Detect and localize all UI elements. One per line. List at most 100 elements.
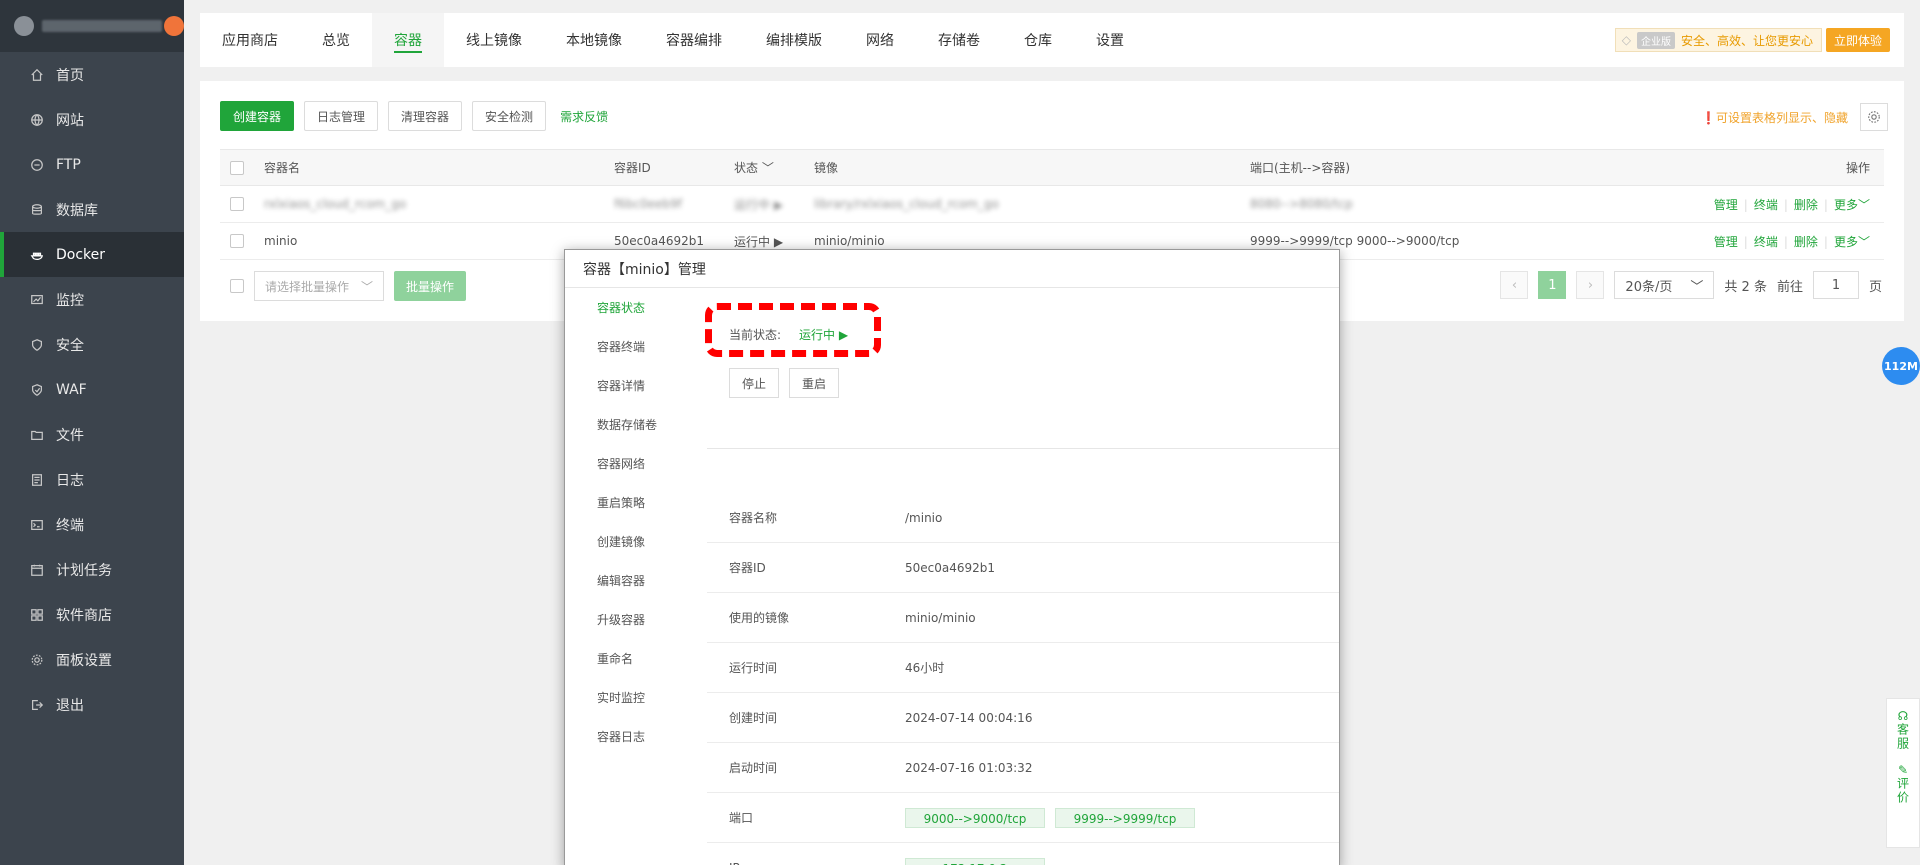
- clean-container-button[interactable]: 清理容器: [388, 101, 463, 131]
- sidebar-item-grid[interactable]: 软件商店: [0, 592, 184, 637]
- log-management-button[interactable]: 日志管理: [304, 101, 379, 131]
- sidebar-item-monitor[interactable]: 监控: [0, 277, 184, 322]
- per-page-select[interactable]: 20条/页 ﹀: [1614, 271, 1715, 299]
- notification-badge-icon[interactable]: [164, 16, 184, 36]
- tab-2[interactable]: 容器: [372, 13, 444, 67]
- home-icon: [30, 68, 44, 82]
- goto-input[interactable]: 1: [1812, 271, 1859, 299]
- next-page-icon[interactable]: ›: [1576, 271, 1605, 299]
- footer-select-checkbox[interactable]: [230, 279, 244, 293]
- restart-button[interactable]: 重启: [789, 368, 840, 398]
- terminal-link[interactable]: 终端: [1754, 198, 1778, 212]
- sidebar-item-label: 首页: [56, 67, 84, 84]
- manage-link[interactable]: 管理: [1714, 235, 1738, 249]
- sidebar-item-terminal[interactable]: 终端: [0, 502, 184, 547]
- tab-6[interactable]: 编排模版: [744, 13, 844, 67]
- tab-1[interactable]: 总览: [300, 13, 372, 67]
- modal-menu-item[interactable]: 创建镜像: [565, 522, 691, 561]
- memory-badge[interactable]: 112M: [1882, 347, 1920, 385]
- hint-text: 可设置表格列显示、隐藏: [1715, 111, 1848, 125]
- col-id: 容器ID: [614, 149, 734, 186]
- container-status[interactable]: 运行中 ▶: [734, 185, 814, 223]
- tab-5[interactable]: 容器编排: [644, 13, 744, 67]
- container-id: f6bc0eeb9f: [614, 185, 734, 223]
- modal-menu-item[interactable]: 容器状态: [565, 288, 691, 327]
- goto-label: 前往: [1776, 279, 1803, 295]
- stop-button[interactable]: 停止: [729, 368, 780, 398]
- sidebar-item-waf[interactable]: WAF: [0, 367, 184, 412]
- modal-body: 当前状态: 运行中 ▶ 停止 重启 容器名称/minio 容器ID 50ec0a469…: [705, 288, 1339, 865]
- delete-link[interactable]: 删除: [1794, 235, 1818, 249]
- delete-link[interactable]: 删除: [1794, 198, 1818, 212]
- current-status: 当前状态: 运行中 ▶: [729, 326, 848, 343]
- enterprise-slogan: 安全、高效、让您更安心: [1680, 33, 1813, 48]
- batch-operation-button[interactable]: 批量操作: [394, 271, 467, 301]
- tab-9[interactable]: 仓库: [1002, 13, 1074, 67]
- row-checkbox[interactable]: [230, 234, 244, 249]
- sidebar-item-logout[interactable]: 退出: [0, 682, 184, 727]
- row-checkbox[interactable]: [230, 197, 244, 212]
- modal-menu-item[interactable]: 升级容器: [565, 600, 691, 639]
- tab-3[interactable]: 线上镜像: [444, 13, 544, 67]
- tab-4[interactable]: 本地镜像: [544, 13, 644, 67]
- container-table: 容器名 容器ID 状态 ﹀ 镜像 端口(主机-->容器) 操作 rxlxiaos…: [220, 149, 1884, 260]
- info-row: 容器ID 50ec0a4692b1: [707, 543, 1339, 593]
- modal-menu-item[interactable]: 数据存储卷: [565, 405, 691, 444]
- sidebar-item-calendar[interactable]: 计划任务: [0, 547, 184, 592]
- container-name-link[interactable]: rxlxiaos_cloud_rcom_go: [264, 185, 614, 223]
- modal-menu-item[interactable]: 实时监控: [565, 678, 691, 717]
- batch-area: 请选择批量操作 ﹀ 批量操作: [230, 271, 467, 301]
- customer-service-link[interactable]: 客服: [1895, 723, 1912, 751]
- tab-10[interactable]: 设置: [1074, 13, 1146, 67]
- enterprise-promo: ◇ 企业版 安全、高效、让您更安心 立即体验: [1614, 27, 1890, 53]
- enterprise-tag: 企业版: [1636, 31, 1675, 49]
- tab-7[interactable]: 网络: [844, 13, 916, 67]
- more-link[interactable]: 更多﹀: [1834, 235, 1870, 249]
- manage-link[interactable]: 管理: [1714, 198, 1738, 212]
- modal-menu-item[interactable]: 重命名: [565, 639, 691, 678]
- sidebar-item-label: 监控: [56, 292, 84, 309]
- sidebar-item-home[interactable]: 首页: [0, 52, 184, 97]
- column-settings-hint[interactable]: ❗可设置表格列显示、隐藏: [1701, 109, 1848, 126]
- modal-menu-item[interactable]: 重启策略: [565, 483, 691, 522]
- modal-menu-item[interactable]: 容器日志: [565, 717, 691, 756]
- sidebar-item-docker[interactable]: Docker: [0, 232, 184, 277]
- col-ops: 操作: [1650, 149, 1884, 186]
- sidebar-item-globe[interactable]: 网站: [0, 97, 184, 142]
- server-host-blurred: [42, 20, 162, 32]
- modal-menu-item[interactable]: 容器终端: [565, 327, 691, 366]
- col-status[interactable]: 状态 ﹀: [734, 149, 814, 186]
- create-container-button[interactable]: 创建容器: [220, 101, 295, 131]
- column-settings-gear-icon[interactable]: [1860, 103, 1888, 131]
- sidebar-item-shield[interactable]: 安全: [0, 322, 184, 367]
- feedback-link[interactable]: 需求反馈: [560, 108, 608, 125]
- try-now-button[interactable]: 立即体验: [1825, 28, 1890, 52]
- page-number[interactable]: 1: [1538, 271, 1567, 299]
- modal-menu-item[interactable]: 容器网络: [565, 444, 691, 483]
- terminal-link[interactable]: 终端: [1754, 235, 1778, 249]
- sidebar-item-gear[interactable]: 面板设置: [0, 637, 184, 682]
- more-link[interactable]: 更多﹀: [1834, 198, 1870, 212]
- review-link[interactable]: 评价: [1895, 777, 1912, 805]
- info-row: 使用的镜像 minio/minio: [707, 593, 1339, 643]
- security-check-button[interactable]: 安全检测: [472, 101, 547, 131]
- sidebar-item-ftp[interactable]: FTP: [0, 142, 184, 187]
- sidebar-item-folder[interactable]: 文件: [0, 412, 184, 457]
- tab-0[interactable]: 应用商店: [200, 13, 300, 67]
- prev-page-icon[interactable]: ‹: [1500, 271, 1529, 299]
- container-port: 8080-->8080/tcp: [1250, 185, 1650, 223]
- info-row-ip: IP172.17.0.2: [707, 843, 1339, 865]
- container-name-link[interactable]: minio: [264, 222, 614, 260]
- sidebar-item-log[interactable]: 日志: [0, 457, 184, 502]
- tab-8[interactable]: 存储卷: [916, 13, 1002, 67]
- folder-icon: [30, 428, 44, 442]
- table-row: rxlxiaos_cloud_rcom_go f6bc0eeb9f 运行中 ▶ lib…: [220, 185, 1884, 223]
- modal-menu-item[interactable]: 编辑容器: [565, 561, 691, 600]
- sidebar-item-database[interactable]: 数据库: [0, 187, 184, 232]
- chevron-down-icon: ﹀: [1690, 279, 1704, 295]
- select-all-checkbox[interactable]: [230, 160, 244, 175]
- modal-menu-item[interactable]: 容器详情: [565, 366, 691, 405]
- info-row-ports: 端口 9000-->9000/tcp 9999-->9999/tcp: [707, 793, 1339, 843]
- container-image: library/rxlxiaos_cloud_rcom_go: [814, 185, 1250, 223]
- batch-select[interactable]: 请选择批量操作 ﹀: [254, 271, 384, 301]
